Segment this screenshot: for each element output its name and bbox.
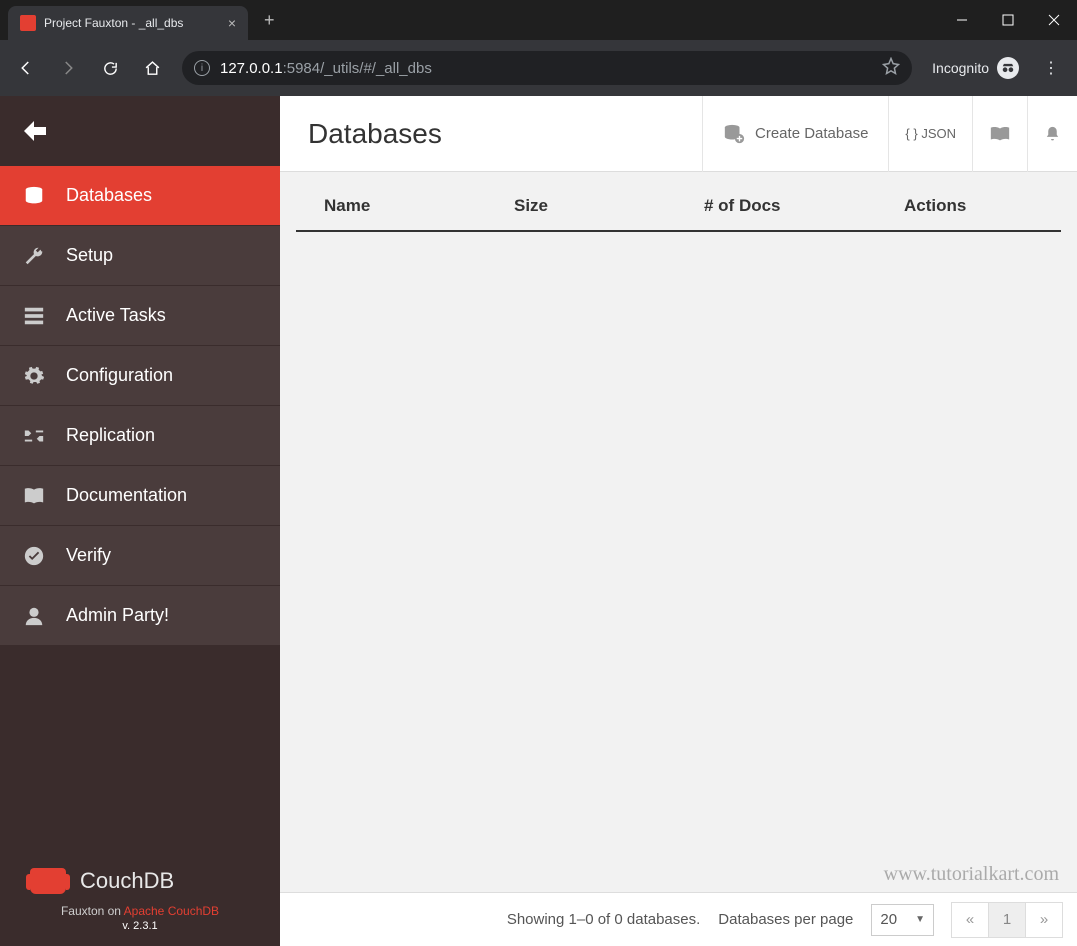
incognito-label: Incognito xyxy=(932,60,989,76)
database-icon xyxy=(22,184,46,208)
favicon-icon xyxy=(20,15,36,31)
column-name: Name xyxy=(324,196,514,216)
page-buttons: « 1 » xyxy=(952,902,1063,938)
sidebar-item-documentation[interactable]: Documentation xyxy=(0,466,280,526)
window-maximize-button[interactable] xyxy=(985,0,1031,40)
tasks-icon xyxy=(22,304,46,328)
bookmark-icon[interactable] xyxy=(882,57,900,80)
per-page-label: Databases per page xyxy=(718,911,853,928)
sidebar-item-label: Admin Party! xyxy=(66,605,169,626)
gear-icon xyxy=(22,364,46,388)
sidebar-item-databases[interactable]: Databases xyxy=(0,166,280,226)
create-database-label: Create Database xyxy=(755,125,868,142)
incognito-icon xyxy=(997,57,1019,79)
notifications-button[interactable] xyxy=(1027,96,1077,172)
page-header: Databases Create Database { } JSON xyxy=(280,96,1077,172)
pagination-bar: Showing 1–0 of 0 databases. Databases pe… xyxy=(280,892,1077,946)
replication-icon xyxy=(22,424,46,448)
browser-menu-button[interactable]: ⋮ xyxy=(1033,58,1069,78)
browser-toolbar: i 127.0.0.1:5984/_utils/#/_all_dbs Incog… xyxy=(0,40,1077,96)
version-text: v. 2.3.1 xyxy=(122,920,157,932)
address-bar[interactable]: i 127.0.0.1:5984/_utils/#/_all_dbs xyxy=(182,51,912,85)
sidebar-brand: CouchDB xyxy=(0,848,280,904)
user-icon xyxy=(22,604,46,628)
sidebar-item-label: Verify xyxy=(66,545,111,566)
per-page-value: 20 xyxy=(880,911,897,928)
sidebar-item-label: Configuration xyxy=(66,365,173,386)
table-header-row: Name Size # of Docs Actions xyxy=(296,172,1061,232)
window-titlebar: Project Fauxton - _all_dbs × + xyxy=(0,0,1077,40)
sidebar-item-active-tasks[interactable]: Active Tasks xyxy=(0,286,280,346)
page-title: Databases xyxy=(280,118,702,150)
sidebar-item-verify[interactable]: Verify xyxy=(0,526,280,586)
json-label: { } JSON xyxy=(905,126,956,141)
page-current[interactable]: 1 xyxy=(988,902,1026,938)
close-tab-icon[interactable]: × xyxy=(228,15,236,31)
wrench-icon xyxy=(22,244,46,268)
sidebar-item-label: Replication xyxy=(66,425,155,446)
tab-title: Project Fauxton - _all_dbs xyxy=(44,16,220,30)
sidebar-item-label: Documentation xyxy=(66,485,187,506)
sidebar-collapse-button[interactable] xyxy=(0,96,280,166)
sidebar-item-label: Setup xyxy=(66,245,113,266)
sidebar-item-configuration[interactable]: Configuration xyxy=(0,346,280,406)
check-circle-icon xyxy=(22,544,46,568)
url-text: 127.0.0.1:5984/_utils/#/_all_dbs xyxy=(220,60,432,77)
page-next-button[interactable]: » xyxy=(1025,902,1063,938)
main-content: Databases Create Database { } JSON Name … xyxy=(280,96,1077,946)
page-prev-button[interactable]: « xyxy=(951,902,989,938)
create-database-button[interactable]: Create Database xyxy=(702,96,888,172)
sidebar-item-setup[interactable]: Setup xyxy=(0,226,280,286)
brand-text: CouchDB xyxy=(80,868,174,894)
open-book-icon xyxy=(989,124,1011,144)
reload-button[interactable] xyxy=(92,50,128,86)
table-body-empty xyxy=(280,232,1077,892)
sidebar-footer: Fauxton on Apache CouchDB v. 2.3.1 xyxy=(0,904,280,946)
footer-link[interactable]: Apache CouchDB xyxy=(124,904,219,918)
showing-text: Showing 1–0 of 0 databases. xyxy=(507,911,700,928)
bell-icon xyxy=(1044,123,1061,145)
sidebar-item-replication[interactable]: Replication xyxy=(0,406,280,466)
site-info-icon[interactable]: i xyxy=(194,60,210,76)
footer-prefix: Fauxton on xyxy=(61,904,124,918)
per-page-select[interactable]: 20 ▼ xyxy=(871,904,934,936)
sidebar-item-label: Databases xyxy=(66,185,152,206)
book-icon xyxy=(22,484,46,508)
json-button[interactable]: { } JSON xyxy=(888,96,972,172)
column-docs: # of Docs xyxy=(704,196,904,216)
incognito-indicator[interactable]: Incognito xyxy=(932,57,1019,79)
window-close-button[interactable] xyxy=(1031,0,1077,40)
column-size: Size xyxy=(514,196,704,216)
sidebar-item-admin-party[interactable]: Admin Party! xyxy=(0,586,280,646)
column-actions: Actions xyxy=(904,196,1033,216)
database-plus-icon xyxy=(723,123,745,145)
sidebar: Databases Setup Active Tasks Configurati… xyxy=(0,96,280,946)
sidebar-item-label: Active Tasks xyxy=(66,305,166,326)
couchdb-logo-icon xyxy=(30,868,66,894)
window-minimize-button[interactable] xyxy=(939,0,985,40)
watermark-text: www.tutorialkart.com xyxy=(884,863,1059,886)
browser-tab[interactable]: Project Fauxton - _all_dbs × xyxy=(8,6,248,40)
docs-button[interactable] xyxy=(972,96,1027,172)
forward-button[interactable] xyxy=(50,50,86,86)
back-button[interactable] xyxy=(8,50,44,86)
chevron-down-icon: ▼ xyxy=(915,914,925,925)
new-tab-button[interactable]: + xyxy=(264,10,275,31)
home-button[interactable] xyxy=(134,50,170,86)
